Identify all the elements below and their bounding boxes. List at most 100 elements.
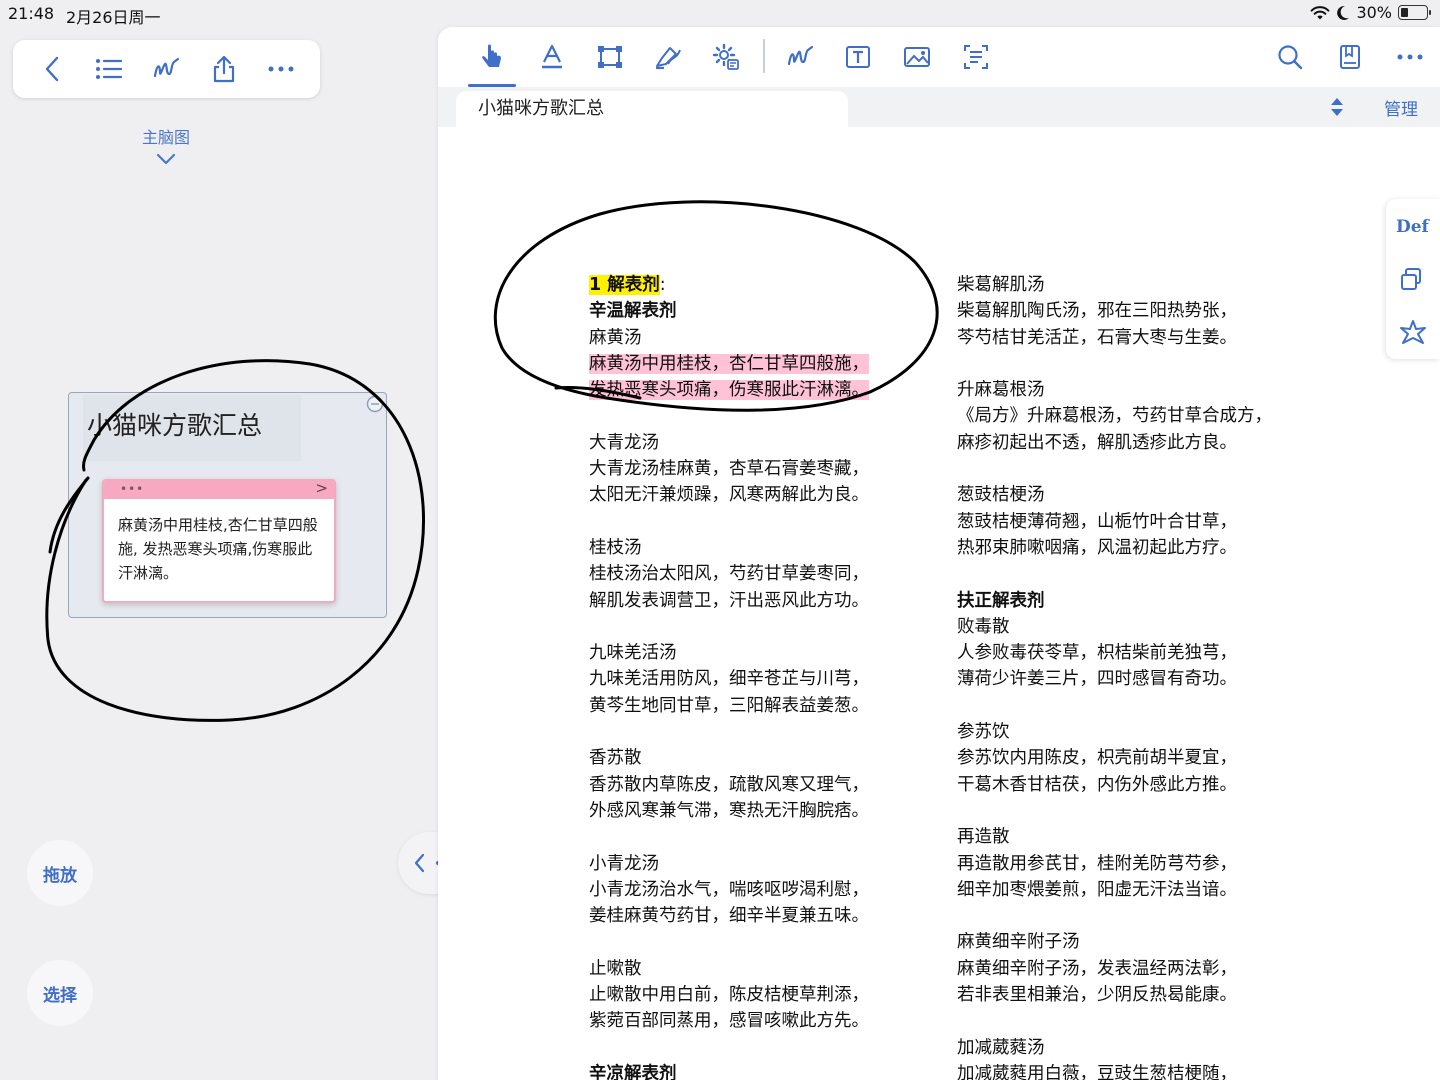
dictionary-button[interactable]: Def xyxy=(1396,217,1429,237)
document-line-text: 发热恶寒头项痛，伤寒服此汗淋漓。 xyxy=(589,380,869,401)
copy-icon[interactable] xyxy=(1399,267,1423,295)
document-line: 大青龙汤 xyxy=(589,430,869,456)
document-line-text: 柴葛解肌陶氏汤，邪在三阳热势张， xyxy=(957,301,1237,322)
document-line: 干葛木香甘桔茯，内伤外感此方推。 xyxy=(957,772,1272,798)
document-line-text: 大青龙汤桂麻黄，杏草石膏姜枣藏， xyxy=(589,459,869,480)
highlighter-tool-icon[interactable] xyxy=(648,37,688,77)
document-line-text: 干葛木香甘桔茯，内伤外感此方推。 xyxy=(957,774,1237,795)
document-line: 辛凉解表剂 xyxy=(589,1061,869,1080)
share-icon[interactable] xyxy=(204,49,244,89)
chevron-down-icon[interactable] xyxy=(156,150,176,169)
document-line-text: 再造散 xyxy=(957,827,1010,848)
document-line-text: 扶正解表剂 xyxy=(957,590,1045,611)
document-line-text: 止嗽散中用白前，陈皮桔梗草荆添， xyxy=(589,985,869,1006)
side-tool-strip: Def xyxy=(1386,199,1440,359)
bookmark-icon[interactable] xyxy=(1330,37,1370,77)
toolbar-separator xyxy=(763,39,765,73)
mindmap-toggle[interactable]: 主脑图 xyxy=(126,124,206,148)
note-menu-icon[interactable]: ••• xyxy=(120,482,144,496)
document-line-text: 九味羌活用防风，细辛苍芷与川芎， xyxy=(589,669,869,690)
manage-button[interactable]: 管理 xyxy=(1384,95,1418,120)
sort-icon[interactable] xyxy=(1330,97,1344,121)
document-line-text: 热邪束肺嗽咽痛，风温初起此方疗。 xyxy=(957,537,1237,558)
status-date: 2月26日周一 xyxy=(66,8,161,27)
document-line: 发热恶寒头项痛，伤寒服此汗淋漓。 xyxy=(589,377,869,403)
document-line: 升麻葛根汤 xyxy=(957,377,1272,403)
document-line: 桂枝汤 xyxy=(589,535,869,561)
status-time: 21:48 xyxy=(8,4,55,23)
document-line-text: 止嗽散 xyxy=(589,958,642,979)
back-icon[interactable] xyxy=(32,49,72,89)
document-line: 九味羌活用防风，细辛苍芷与川芎， xyxy=(589,666,869,692)
document-line: 麻黄汤中用桂枝，杏仁甘草四般施， xyxy=(589,351,869,377)
note-card[interactable]: ••• > 麻黄汤中用桂枝,杏仁甘草四般施, 发热恶寒头项痛,伤寒服此汗淋漓。 xyxy=(102,479,336,603)
battery-percent: 30% xyxy=(1356,3,1392,22)
document-line: 扶正解表剂 xyxy=(957,588,1272,614)
document-line: 香苏散内草陈皮，疏散风寒又理气， xyxy=(589,772,869,798)
document-line: 紫菀百部同蒸用，感冒咳嗽此方先。 xyxy=(589,1008,869,1034)
document-line-text: 柴葛解肌汤 xyxy=(957,275,1045,295)
drag-button[interactable]: 拖放 xyxy=(27,840,93,906)
document-line-text: 细辛加枣煨姜煎，阳虚无汗法当谙。 xyxy=(957,879,1237,900)
document-line: 桂枝汤治太阳风，芍药甘草姜枣同， xyxy=(589,561,869,587)
select-button[interactable]: 选择 xyxy=(27,960,93,1026)
document-line: 再造散用参芪甘，桂附羌防芎芍参， xyxy=(957,851,1272,877)
document-column-right: 柴葛解肌汤柴葛解肌陶氏汤，邪在三阳热势张， 芩芍桔甘羌活芷，石膏大枣与生姜。升麻葛… xyxy=(957,272,1272,1080)
canvas-title[interactable]: 小猫咪方歌汇总 xyxy=(83,395,301,461)
ocr-tool-icon[interactable] xyxy=(956,37,996,77)
document-line-text: 加减葳蕤汤 xyxy=(957,1037,1045,1058)
left-toolbar xyxy=(13,40,320,98)
note-header: ••• > xyxy=(104,481,334,499)
ink-tool-icon[interactable] xyxy=(780,37,820,77)
document-line: 解肌发表调营卫，汗出恶风此方功。 xyxy=(589,588,869,614)
image-tool-icon[interactable] xyxy=(897,37,937,77)
document-line: 葱豉桔梗汤 xyxy=(957,482,1272,508)
document-line: 大青龙汤桂麻黄，杏草石膏姜枣藏， xyxy=(589,456,869,482)
document-line-text: 小青龙汤治水气，喘咳呕哕渴利慰， xyxy=(589,879,869,900)
document-line-text: 薄荷少许姜三片，四时感冒有奇功。 xyxy=(957,669,1237,690)
text-tool-icon[interactable] xyxy=(532,37,572,77)
document-line-text: 人参败毒茯苓草，枳桔柴前羌独芎， xyxy=(957,643,1237,664)
battery-fill xyxy=(1401,8,1408,17)
settings-tool-icon[interactable] xyxy=(706,37,746,77)
document-line-text: 桂枝汤 xyxy=(589,537,642,558)
select-tool-icon[interactable] xyxy=(468,37,516,87)
textbox-tool-icon[interactable] xyxy=(838,37,878,77)
document-line: 芩芍桔甘羌活芷，石膏大枣与生姜。 xyxy=(957,325,1272,351)
note-expand-icon[interactable]: > xyxy=(315,481,328,497)
more-icon[interactable] xyxy=(1390,37,1430,77)
document-line-text: 葱豉桔梗薄荷翘，山栀竹叶合甘草， xyxy=(957,511,1237,532)
document-line: 柴葛解肌汤 xyxy=(957,272,1272,298)
document-line: 加减葳蕤用白薇，豆豉生葱桔梗随， xyxy=(957,1061,1272,1080)
document-line-text: 九味羌活汤 xyxy=(589,643,677,664)
more-icon[interactable] xyxy=(261,49,301,89)
document-tab[interactable]: 小猫咪方歌汇总 xyxy=(456,91,848,127)
handwriting-icon[interactable] xyxy=(146,49,186,89)
search-icon[interactable] xyxy=(1270,37,1310,77)
document-line-text: 葱豉桔梗汤 xyxy=(957,485,1045,506)
document-line-text: 麻疹初起出不透，解肌透疹此方良。 xyxy=(957,432,1237,453)
document-line: 柴葛解肌陶氏汤，邪在三阳热势张， xyxy=(957,298,1272,324)
outline-list-icon[interactable] xyxy=(89,49,129,89)
collapse-icon[interactable] xyxy=(366,395,384,417)
document-line: 香苏散 xyxy=(589,745,869,771)
crop-tool-icon[interactable] xyxy=(590,37,630,77)
document-line: 败毒散 xyxy=(957,614,1272,640)
document-line-text: 升麻葛根汤 xyxy=(957,380,1045,401)
mindmap-canvas-card[interactable]: 小猫咪方歌汇总 ••• > 麻黄汤中用桂枝,杏仁甘草四般施, 发热恶寒头项痛,伤… xyxy=(68,392,387,618)
document-line: 麻黄细辛附子汤，发表温经两法彰， xyxy=(957,956,1272,982)
sparkle-icon[interactable] xyxy=(1399,319,1427,351)
document-line-text: 若非表里相兼治，少阴反热曷能康。 xyxy=(957,985,1237,1006)
document-line-text: 解肌发表调营卫，汗出恶风此方功。 xyxy=(589,590,869,611)
document-line-text: 再造散用参芪甘，桂附羌防芎芍参， xyxy=(957,853,1237,874)
